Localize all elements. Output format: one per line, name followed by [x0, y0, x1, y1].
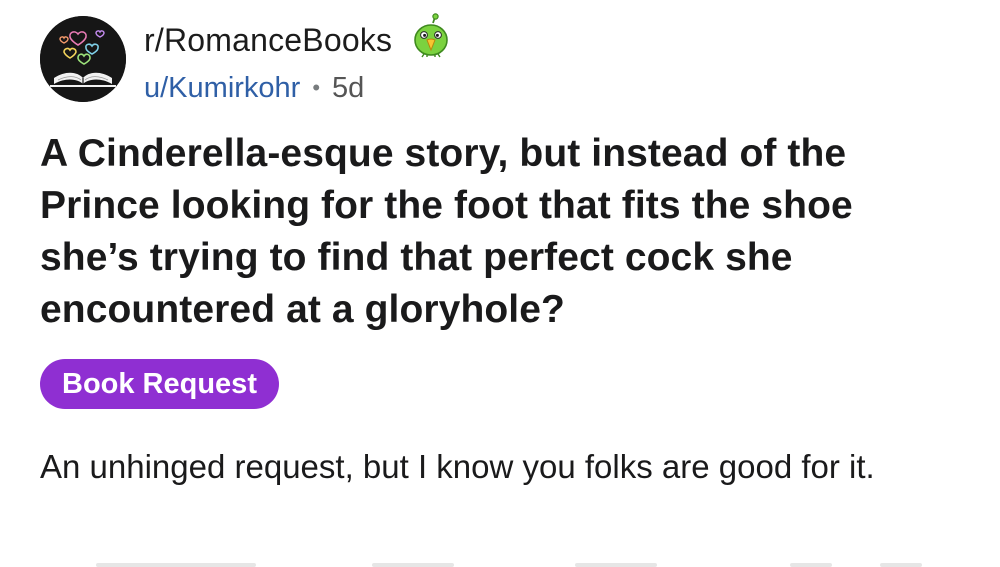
post-age: 5d — [332, 71, 365, 104]
post-meta: r/RomanceBooks u/Kumirkohr • 5d — [144, 13, 564, 110]
post-body: An unhinged request, but I know you folk… — [40, 448, 875, 485]
author-username[interactable]: u/Kumirkohr — [144, 72, 300, 105]
action-bar-hint — [880, 563, 922, 567]
author-row: u/Kumirkohr • 5d — [144, 66, 564, 110]
subreddit-name[interactable]: r/RomanceBooks — [144, 22, 392, 59]
post-card: r/RomanceBooks u/Kumirkohr • 5d A Cinder… — [0, 0, 1000, 567]
post-title[interactable]: A Cinderella-esque story, but instead of… — [40, 128, 960, 336]
meta-separator: • — [312, 75, 321, 100]
green-snoo-icon[interactable] — [408, 13, 454, 59]
action-bar-hint — [790, 563, 832, 567]
subreddit-avatar[interactable] — [40, 16, 126, 102]
action-bar-hint — [575, 563, 657, 567]
subreddit-row: r/RomanceBooks — [144, 13, 564, 62]
action-bar-hint — [372, 563, 454, 567]
book-hearts-icon — [40, 16, 126, 102]
action-bar-hint — [96, 563, 256, 567]
post-flair[interactable]: Book Request — [40, 359, 279, 409]
